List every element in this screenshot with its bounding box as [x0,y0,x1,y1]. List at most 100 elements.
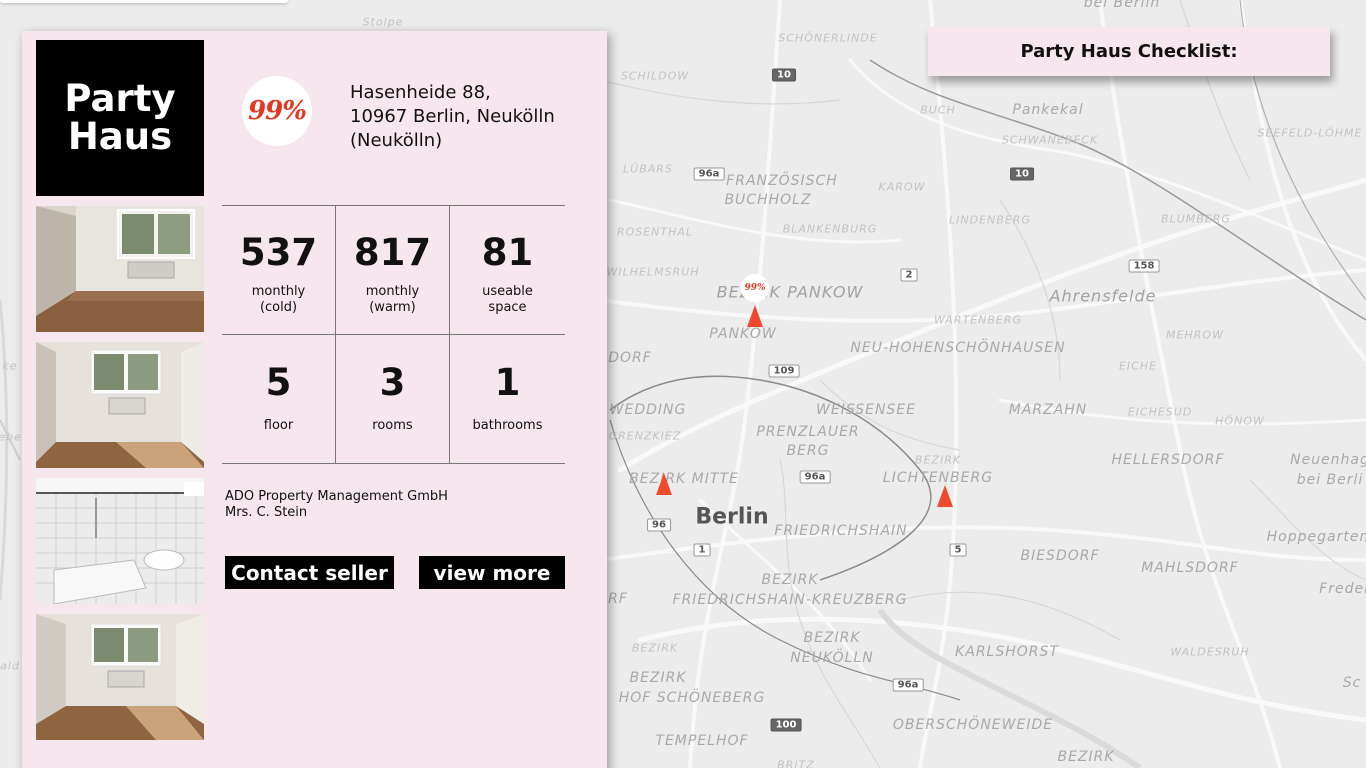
road-shield: 10 [772,68,796,82]
address-line-2: 10967 Berlin, Neukölln [350,106,555,127]
map-label-hoppegarten: Hoppegarten [1266,529,1366,545]
map-label-bei-berlin: bei Berlin [1083,0,1161,11]
listing-panel: Party Haus 99% Hasenheide 88, 10967 Berl… [22,31,607,768]
map-label-fk-1: BEZIRK [761,572,819,588]
map-label-ald: ald [0,659,20,673]
map-label-luebars: LÜBARS [623,162,673,176]
map-label-ke: ke [2,359,18,373]
view-more-button[interactable]: view more [419,556,565,589]
map-label-bezirk-pankow: BEZIRK PANKOW [716,282,864,302]
logo-line-1: Party [64,77,176,120]
seller-contact-person: Mrs. C. Stein [225,505,308,520]
stat-rooms: 3 rooms [336,335,450,464]
road-shield: 2 [900,268,918,282]
road-shield: 96a [892,678,924,692]
top-panel-stub [0,0,288,3]
address-line-3: (Neukölln) [350,130,443,151]
map-marker[interactable] [656,473,672,495]
map-label-neu-hohenschoenhausen: NEU-HOHENSCHÖNHAUSEN [850,340,1066,356]
map-label-karlshorst: KARLSHORST [955,644,1059,660]
checklist-panel[interactable]: Party Haus Checklist: [928,27,1330,76]
map-label-ebe: ebe [0,430,22,444]
map-label-eichesaud: EICHESUD [1127,405,1193,419]
stat-value: 3 [379,361,406,404]
map-label-tempelhof: TEMPELHOF [655,733,749,749]
map-label-hoenow: HÖNOW [1215,414,1265,428]
checklist-title: Party Haus Checklist: [1020,41,1238,62]
map-label-schoeneberg-2: HOF SCHÖNEBERG [618,690,766,706]
map-label-hellersdorf: HELLERSDORF [1111,452,1225,468]
map-label-weissensee: WEISSENSEE [816,402,916,418]
map-label-city-berlin: Berlin [695,504,769,530]
apartment-photo-2[interactable] [36,342,204,468]
map-label-eiche: EICHE [1118,359,1158,373]
stat-value: 537 [239,231,318,274]
map-label-schildow: SCHILDOW [620,69,690,83]
road-shield: 100 [770,718,802,732]
logo-line-2: Haus [67,115,173,158]
seller-company: ADO Property Management GmbH [225,489,448,504]
map-label-schoenerlinde: SCHÖNERLINDE [778,31,878,45]
map-label-mehrow: MEHROW [1166,328,1224,342]
map-label-lichtenberg-1: BEZIRK [914,453,962,467]
stat-label: monthly (warm) [365,284,420,315]
party-haus-logo: Party Haus [36,40,204,196]
bathroom-photo[interactable] [36,478,204,604]
stat-label: rooms [372,418,413,433]
road-shield: 96 [647,518,671,532]
stat-label: monthly (cold) [251,284,306,315]
map-label-oberschoeneweide: OBERSCHÖNEWEIDE [892,717,1054,733]
road-shield: 96a [799,470,831,484]
map-label-wartenberg: WARTENBERG [933,313,1023,327]
road-shield: 5 [949,543,967,557]
map-label-neukoelln-2: NEUKÖLLN [790,650,874,666]
map-label-rf: RF [608,591,628,607]
stat-value: 1 [494,361,521,404]
map-label-neuenhagen-2: bei Berli [1296,472,1364,488]
map-label-neukoelln-1: BEZIRK [803,630,861,646]
stat-useable-space: 81 useable space [450,206,565,335]
map-label-pankow: PANKOW [709,326,777,342]
map-label-seefeld: SEEFELD-LÖHME [1257,126,1363,140]
match-score-value: 99% [248,96,307,126]
stat-rent-cold: 537 monthly (cold) [222,206,336,335]
map-score-badge[interactable]: 99% [741,274,769,302]
map-label-bezirk-mitte: BEZIRK MITTE [629,471,739,487]
stats-grid: 537 monthly (cold) 817 monthly (warm) 81 u… [222,205,565,464]
address-line-1: Hasenheide 88, [350,82,491,103]
stat-value: 81 [481,231,534,274]
map-label-sc: Sc [1342,675,1362,691]
map-label-lichtenberg-2: LICHTENBERG [882,470,994,486]
map-label-schwanebeck: SCHWANEBECK [1001,133,1099,147]
map-label-wilhelmsruh: WILHELMSRUH [606,265,700,279]
apartment-photo-1[interactable] [36,206,204,332]
stat-value: 5 [265,361,292,404]
road-shield: 1 [693,543,711,557]
map-marker[interactable] [937,485,953,507]
seller-info: ADO Property Management GmbH Mrs. C. Ste… [225,489,448,521]
apartment-photo-3[interactable] [36,614,204,740]
map-label-buch: BUCH [920,103,956,117]
address: Hasenheide 88, 10967 Berlin, Neukölln (N… [350,81,590,153]
map-label-bezirk-south: BEZIRK [1057,749,1115,765]
map-label-dorf: DORF [608,350,652,366]
map-label-karow: KAROW [878,180,926,194]
map-label-wedding: WEDDING [609,402,687,418]
map-label-freder: Freder [1319,581,1366,597]
map-label-blumberg: BLUMBERG [1161,212,1231,226]
contact-seller-button[interactable]: Contact seller [225,556,394,589]
road-shield: 109 [768,364,800,378]
stat-label: useable space [482,284,533,315]
stat-floor: 5 floor [222,335,336,464]
stat-value: 817 [353,231,432,274]
stat-rent-warm: 817 monthly (warm) [336,206,450,335]
map-marker[interactable] [747,305,763,327]
map-label-neuenhagen-1: Neuenhag [1290,452,1366,468]
map-label-grenzkiez: GRENZKIEZ [608,429,682,443]
stat-label: bathrooms [472,418,543,433]
map-label-friedrichshain: FRIEDRICHSHAIN [774,523,908,539]
map-label-fk-2: FRIEDRICHSHAIN-KREUZBERG [672,592,908,608]
map-label-prenzlauer-1: PRENZLAUER [756,424,860,440]
map-label-rosenthal: ROSENTHAL [616,225,694,239]
map-label-lindenberg: LINDENBERG [949,213,1031,227]
